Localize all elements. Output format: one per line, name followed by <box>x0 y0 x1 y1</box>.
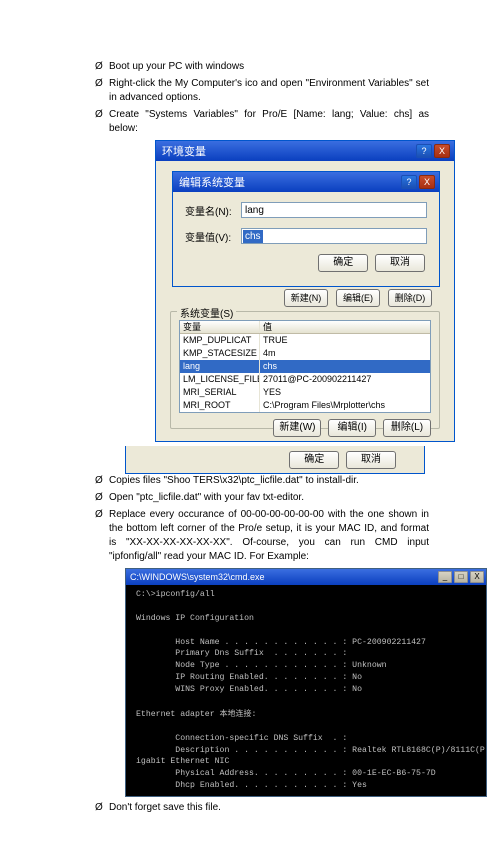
dialog-ok-button[interactable]: 确定 <box>289 451 339 469</box>
list-item-selected[interactable]: langchs <box>180 360 430 373</box>
maximize-button[interactable]: □ <box>454 571 468 583</box>
step-1: Ø Boot up your PC with windows <box>95 60 429 74</box>
list-item[interactable]: MRI_ROOTC:\Program Files\Mrplotter\chs <box>180 399 430 412</box>
cmd-titlebar[interactable]: C:\WINDOWS\system32\cmd.exe _ □ X <box>126 569 486 585</box>
var-value-input[interactable]: chs <box>241 228 427 244</box>
step-text: Replace every occurance of 00-00-00-00-0… <box>109 508 429 564</box>
list-item[interactable]: LM_LICENSE_FILE27011@PC-200902211427 <box>180 373 430 386</box>
cancel-button[interactable]: 取消 <box>375 254 425 272</box>
close-button[interactable]: X <box>434 144 450 158</box>
close-button[interactable]: X <box>470 571 484 583</box>
name-label: 变量名(N): <box>185 203 241 218</box>
step-text: Open "ptc_licfile.dat" with your fav txt… <box>109 491 429 505</box>
list-item[interactable]: KMP_STACESIZE4m <box>180 347 430 360</box>
ok-button[interactable]: 确定 <box>318 254 368 272</box>
step-text: Don't forget save this file. <box>109 801 429 815</box>
bullet-icon: Ø <box>95 508 109 564</box>
bullet-icon: Ø <box>95 108 109 136</box>
inner-title: 编辑系统变量 <box>179 174 245 190</box>
var-name-input[interactable] <box>241 202 427 218</box>
step-4: Ø Copies files "Shoo TERS\x32\ptc_licfil… <box>95 474 429 488</box>
step-text: Copies files "Shoo TERS\x32\ptc_licfile.… <box>109 474 429 488</box>
env-variables-dialog: 环境变量 ? X 编辑系统变量 ? X 变量名(N): <box>155 140 455 442</box>
sysvars-list[interactable]: 变量 值 KMP_DUPLICATTRUE KMP_STACESIZE4m la… <box>179 320 431 413</box>
adapter-line: Ethernet adapter 本地连接: <box>136 710 256 719</box>
cmd-title: C:\WINDOWS\system32\cmd.exe <box>130 572 265 582</box>
dialog-cancel-button[interactable]: 取消 <box>346 451 396 469</box>
col-name: 变量 <box>180 321 260 333</box>
cmd-output[interactable]: C:\>ipconfig/all Windows IP Configuratio… <box>126 585 486 796</box>
bullet-icon: Ø <box>95 491 109 505</box>
minimize-button[interactable]: _ <box>438 571 452 583</box>
cmd-window: C:\WINDOWS\system32\cmd.exe _ □ X C:\>ip… <box>125 568 487 797</box>
edit-button[interactable]: 编辑(I) <box>328 419 376 437</box>
delete-button-bg[interactable]: 删除(D) <box>388 289 432 307</box>
close-button[interactable]: X <box>419 175 435 189</box>
bullet-icon: Ø <box>95 801 109 815</box>
step-2: Ø Right-click the My Computer's ico and … <box>95 77 429 105</box>
bullet-icon: Ø <box>95 77 109 105</box>
dialog-title: 环境变量 <box>162 143 206 159</box>
step-6: Ø Replace every occurance of 00-00-00-00… <box>95 508 429 564</box>
list-header[interactable]: 变量 值 <box>180 321 430 334</box>
step-7: Ø Don't forget save this file. <box>95 801 429 815</box>
bullet-icon: Ø <box>95 474 109 488</box>
new-button-bg[interactable]: 新建(N) <box>284 289 328 307</box>
step-5: Ø Open "ptc_licfile.dat" with your fav t… <box>95 491 429 505</box>
step-text: Right-click the My Computer's ico and op… <box>109 77 429 105</box>
col-value: 值 <box>260 321 430 333</box>
edit-sysvar-dialog: 编辑系统变量 ? X 变量名(N): 变量值(V): chs 确定 <box>172 171 440 287</box>
list-item[interactable]: KMP_DUPLICATTRUE <box>180 334 430 347</box>
value-label: 变量值(V): <box>185 229 241 244</box>
dialog-titlebar[interactable]: 环境变量 ? X <box>156 141 454 161</box>
list-item[interactable]: MRI_SERIALYES <box>180 386 430 399</box>
system-variables-group: 系统变量(S) 变量 值 KMP_DUPLICATTRUE KMP_STACES… <box>170 311 440 429</box>
inner-titlebar[interactable]: 编辑系统变量 ? X <box>173 172 439 192</box>
edit-button-bg[interactable]: 编辑(E) <box>336 289 380 307</box>
step-text: Boot up your PC with windows <box>109 60 429 74</box>
step-text: Create "Systems Variables" for Pro/E [Na… <box>109 108 429 136</box>
new-button[interactable]: 新建(W) <box>273 419 321 437</box>
delete-button[interactable]: 删除(L) <box>383 419 431 437</box>
bullet-icon: Ø <box>95 60 109 74</box>
group-label: 系统变量(S) <box>177 305 236 320</box>
help-button[interactable]: ? <box>416 144 432 158</box>
help-button[interactable]: ? <box>401 175 417 189</box>
step-3: Ø Create "Systems Variables" for Pro/E [… <box>95 108 429 136</box>
